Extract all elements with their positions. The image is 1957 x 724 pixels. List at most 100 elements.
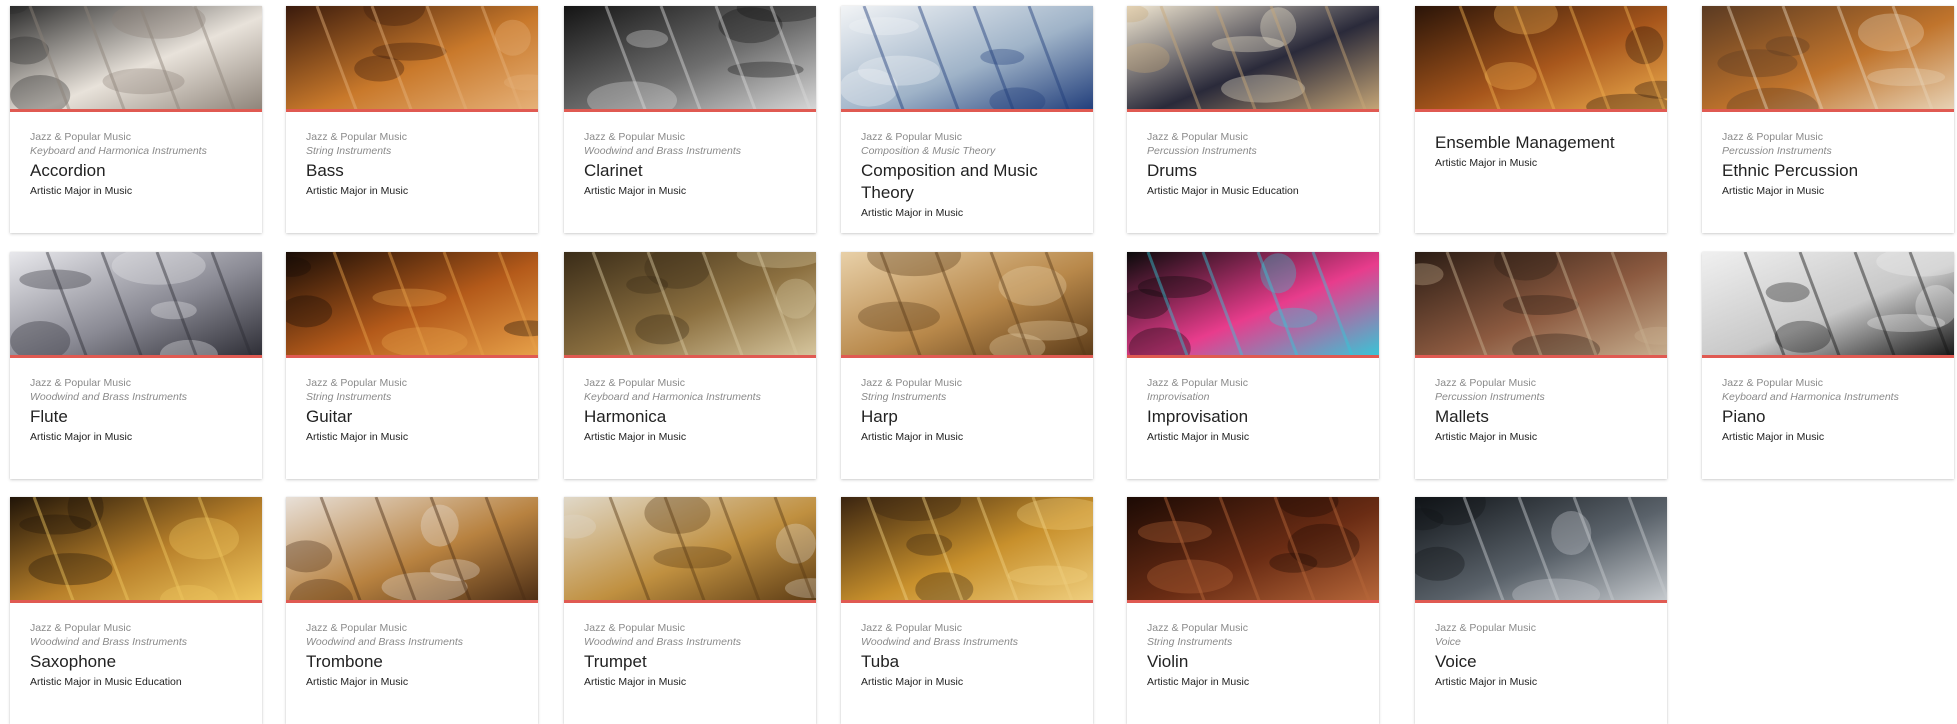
mallets-photo[interactable] — [1415, 252, 1667, 358]
major-label: Artistic Major in Music — [861, 676, 964, 688]
program-title[interactable]: Ethnic Percussion — [1722, 160, 1934, 182]
program-title[interactable]: Mallets — [1435, 406, 1647, 428]
guitar-photo-image — [286, 252, 538, 358]
program-title[interactable]: Clarinet — [584, 160, 796, 182]
program-card-ensemble-management[interactable]: Ensemble Management Artistic Major in Mus… — [1415, 6, 1667, 233]
microphone-photo-image — [1415, 497, 1667, 603]
microphone-photo[interactable] — [1415, 497, 1667, 603]
program-title[interactable]: Saxophone — [30, 651, 242, 673]
drumsticks-photo[interactable] — [1127, 6, 1379, 112]
flute-photo[interactable] — [10, 252, 262, 358]
trumpet-photo[interactable] — [564, 497, 816, 603]
major-label: Artistic Major in Music — [861, 207, 964, 219]
department-label: Jazz & Popular Music — [1722, 131, 1823, 143]
program-card-improvisation[interactable]: Jazz & Popular Music Improvisation Improvi… — [1127, 252, 1379, 479]
category-label: Voice — [1435, 636, 1461, 648]
card-body: Jazz & Popular Music Percussion Instrumen… — [1127, 112, 1379, 198]
card-body: Jazz & Popular Music Woodwind and Brass I… — [10, 358, 262, 444]
department-label: Jazz & Popular Music — [584, 622, 685, 634]
program-title[interactable]: Guitar — [306, 406, 518, 428]
department-label: Jazz & Popular Music — [1147, 377, 1248, 389]
program-card-bass[interactable]: Jazz & Popular Music String Instruments Ba… — [286, 6, 538, 233]
program-card-trombone[interactable]: Jazz & Popular Music Woodwind and Brass I… — [286, 497, 538, 724]
program-title[interactable]: Harp — [861, 406, 1073, 428]
major-label: Artistic Major in Music — [1722, 431, 1825, 443]
major-label: Artistic Major in Music — [30, 185, 133, 197]
program-title[interactable]: Improvisation — [1147, 406, 1359, 428]
program-title[interactable]: Flute — [30, 406, 242, 428]
ensemble-photo[interactable] — [1415, 6, 1667, 112]
program-title[interactable]: Bass — [306, 160, 518, 182]
bass-guitar-photo[interactable] — [286, 6, 538, 112]
ensemble-photo-image — [1415, 6, 1667, 112]
djembe-photo[interactable] — [1702, 6, 1954, 112]
card-body: Jazz & Popular Music Improvisation Improvi… — [1127, 358, 1379, 444]
program-card-saxophone[interactable]: Jazz & Popular Music Woodwind and Brass I… — [10, 497, 262, 724]
major-label: Artistic Major in Music Education — [30, 676, 182, 688]
category-label: Composition & Music Theory — [861, 145, 996, 157]
card-body: Jazz & Popular Music Percussion Instrumen… — [1415, 358, 1667, 444]
major-label: Artistic Major in Music — [861, 431, 964, 443]
trumpet-photo-image — [564, 497, 816, 603]
program-card-accordion[interactable]: Jazz & Popular Music Keyboard and Harmoni… — [10, 6, 262, 233]
department-label: Jazz & Popular Music — [306, 131, 407, 143]
program-title[interactable]: Accordion — [30, 160, 242, 182]
program-card-harmonica[interactable]: Jazz & Popular Music Keyboard and Harmoni… — [564, 252, 816, 479]
clarinet-photo[interactable] — [564, 6, 816, 112]
program-card-violin[interactable]: Jazz & Popular Music String Instruments Vi… — [1127, 497, 1379, 724]
trombone-photo[interactable] — [286, 497, 538, 603]
sheet-music-photo[interactable] — [841, 6, 1093, 112]
major-label: Artistic Major in Music — [306, 431, 409, 443]
violin-photo[interactable] — [1127, 497, 1379, 603]
category-label: Keyboard and Harmonica Instruments — [1722, 391, 1899, 403]
guitar-photo[interactable] — [286, 252, 538, 358]
harmonica-photo[interactable] — [564, 252, 816, 358]
major-label: Artistic Major in Music — [584, 676, 687, 688]
program-card-composition-and-music-theory[interactable]: Jazz & Popular Music Composition & Music … — [841, 6, 1093, 233]
major-label: Artistic Major in Music — [1435, 431, 1538, 443]
card-body: Jazz & Popular Music Woodwind and Brass I… — [10, 603, 262, 689]
sheet-music-photo-image — [841, 6, 1093, 112]
program-card-voice[interactable]: Jazz & Popular Music Voice Voice Artistic M… — [1415, 497, 1667, 724]
program-title[interactable]: Harmonica — [584, 406, 796, 428]
harp-photo-image — [841, 252, 1093, 358]
piano-keys-photo-image — [1702, 252, 1954, 358]
category-label: String Instruments — [306, 145, 392, 157]
mallets-photo-image — [1415, 252, 1667, 358]
major-label: Artistic Major in Music — [1147, 676, 1250, 688]
program-title[interactable]: Piano — [1722, 406, 1934, 428]
program-title[interactable]: Drums — [1147, 160, 1359, 182]
major-label: Artistic Major in Music — [306, 676, 409, 688]
accordion-photo[interactable] — [10, 6, 262, 112]
program-title[interactable]: Ensemble Management — [1435, 132, 1647, 154]
department-label: Jazz & Popular Music — [861, 622, 962, 634]
program-card-ethnic-percussion[interactable]: Jazz & Popular Music Percussion Instrumen… — [1702, 6, 1954, 233]
program-card-tuba[interactable]: Jazz & Popular Music Woodwind and Brass I… — [841, 497, 1093, 724]
program-card-flute[interactable]: Jazz & Popular Music Woodwind and Brass I… — [10, 252, 262, 479]
program-card-drums[interactable]: Jazz & Popular Music Percussion Instrumen… — [1127, 6, 1379, 233]
color-explosion-photo[interactable] — [1127, 252, 1379, 358]
department-label: Jazz & Popular Music — [1147, 622, 1248, 634]
category-label: Woodwind and Brass Instruments — [861, 636, 1018, 648]
program-title[interactable]: Tuba — [861, 651, 1073, 673]
program-card-mallets[interactable]: Jazz & Popular Music Percussion Instrumen… — [1415, 252, 1667, 479]
program-card-trumpet[interactable]: Jazz & Popular Music Woodwind and Brass I… — [564, 497, 816, 724]
program-card-guitar[interactable]: Jazz & Popular Music String Instruments Gu… — [286, 252, 538, 479]
program-title[interactable]: Composition and Music Theory — [861, 160, 1073, 204]
category-label: String Instruments — [1147, 636, 1233, 648]
harp-photo[interactable] — [841, 252, 1093, 358]
saxophone-photo[interactable] — [10, 497, 262, 603]
department-label: Jazz & Popular Music — [306, 622, 407, 634]
category-label: Percussion Instruments — [1722, 145, 1832, 157]
department-label: Jazz & Popular Music — [1435, 377, 1536, 389]
program-title[interactable]: Voice — [1435, 651, 1647, 673]
program-title[interactable]: Trombone — [306, 651, 518, 673]
program-card-harp[interactable]: Jazz & Popular Music String Instruments Ha… — [841, 252, 1093, 479]
tuba-photo[interactable] — [841, 497, 1093, 603]
program-card-clarinet[interactable]: Jazz & Popular Music Woodwind and Brass I… — [564, 6, 816, 233]
program-card-piano[interactable]: Jazz & Popular Music Keyboard and Harmoni… — [1702, 252, 1954, 479]
program-title[interactable]: Trumpet — [584, 651, 796, 673]
program-title[interactable]: Violin — [1147, 651, 1359, 673]
department-label: Jazz & Popular Music — [861, 377, 962, 389]
piano-keys-photo[interactable] — [1702, 252, 1954, 358]
